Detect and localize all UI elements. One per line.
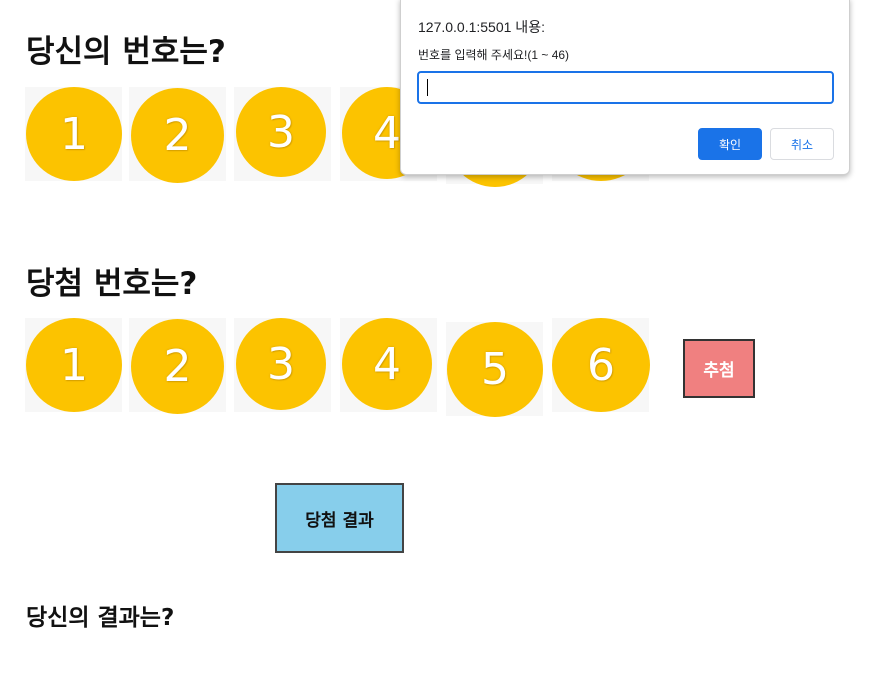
ball-tile: 4 bbox=[340, 318, 437, 412]
ball-tile: 5 bbox=[446, 322, 543, 417]
lotto-ball-3: 3 bbox=[236, 87, 326, 177]
lotto-ball-2: 2 bbox=[131, 88, 224, 183]
prompt-dialog: 127.0.0.1:5501 내용: 번호를 입력해 주세요!(1 ~ 46) … bbox=[400, 0, 850, 175]
ball-tile: 1 bbox=[25, 318, 122, 412]
ball-tile: 3 bbox=[234, 87, 331, 181]
number-input[interactable] bbox=[417, 71, 834, 104]
check-result-button[interactable]: 당첨 결과 bbox=[275, 483, 404, 553]
cancel-button[interactable]: 취소 bbox=[770, 128, 834, 160]
winning-ball-3: 3 bbox=[236, 318, 326, 410]
dialog-title: 127.0.0.1:5501 내용: bbox=[418, 19, 545, 35]
confirm-button[interactable]: 확인 bbox=[698, 128, 762, 160]
winning-ball-2: 2 bbox=[131, 319, 224, 414]
ball-tile: 3 bbox=[234, 318, 331, 412]
lotto-ball-1: 1 bbox=[26, 87, 122, 181]
your-result-heading: 당신의 결과는? bbox=[26, 605, 175, 631]
winning-ball-5: 5 bbox=[447, 322, 543, 417]
winning-ball-4: 4 bbox=[342, 318, 432, 410]
text-caret bbox=[427, 79, 428, 96]
winning-numbers-heading: 당첨 번호는? bbox=[26, 266, 198, 302]
ball-tile: 2 bbox=[129, 318, 226, 414]
ball-tile: 6 bbox=[552, 318, 650, 412]
ball-tile: 2 bbox=[129, 87, 226, 183]
your-numbers-heading: 당신의 번호는? bbox=[26, 34, 226, 70]
winning-ball-6: 6 bbox=[552, 318, 650, 412]
ball-tile: 1 bbox=[25, 87, 122, 181]
dialog-message: 번호를 입력해 주세요!(1 ~ 46) bbox=[418, 48, 570, 62]
draw-button[interactable]: 추첨 bbox=[683, 339, 755, 398]
winning-ball-1: 1 bbox=[26, 318, 122, 412]
